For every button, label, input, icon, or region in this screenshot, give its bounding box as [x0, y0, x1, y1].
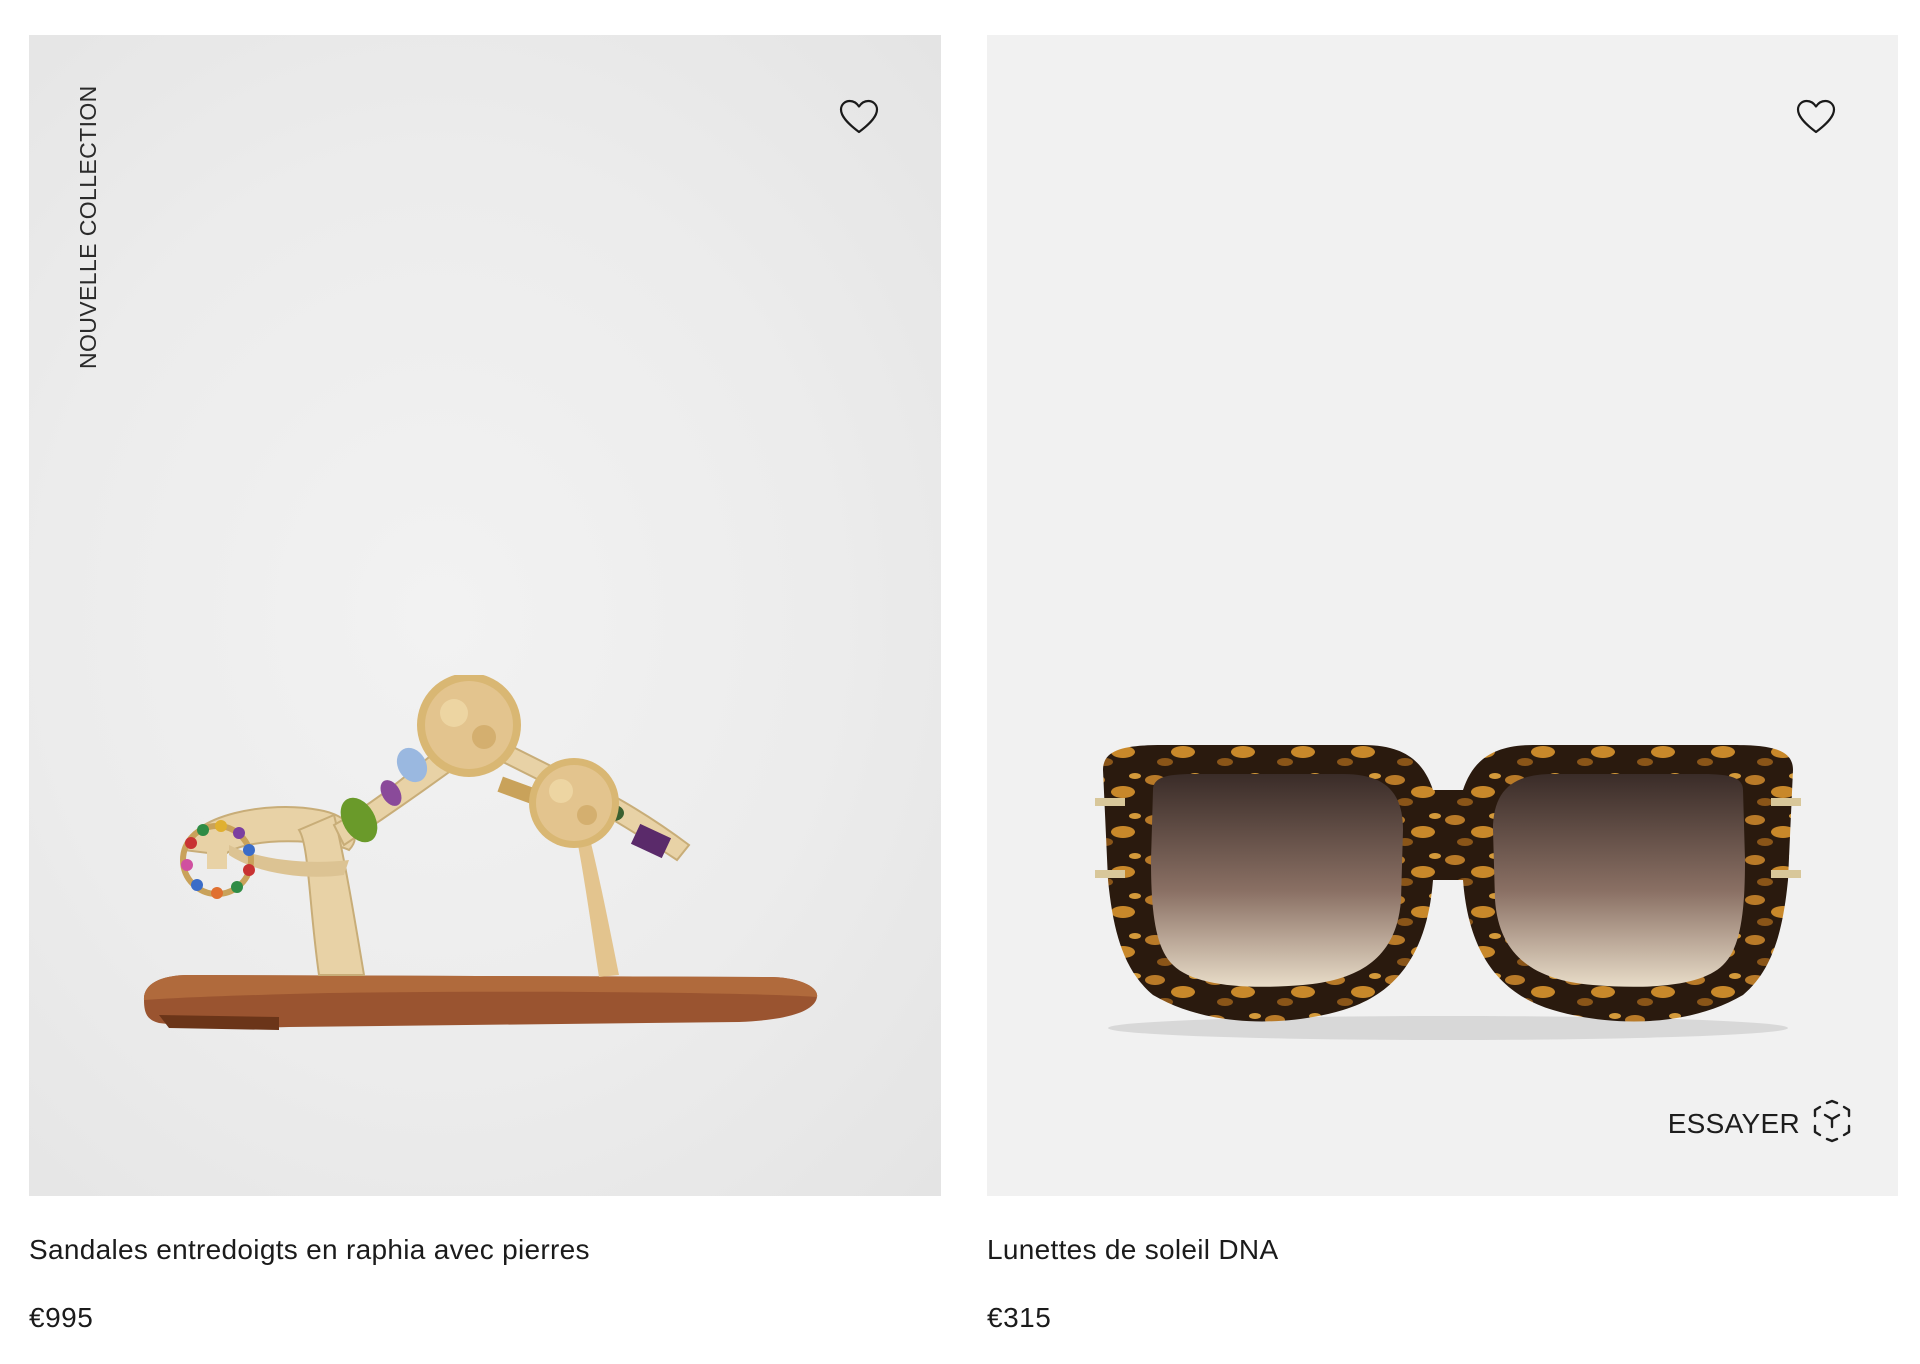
product-price: €315 [987, 1302, 1052, 1333]
product-title[interactable]: Lunettes de soleil DNA [987, 1234, 1898, 1266]
product-title[interactable]: Sandales entredoigts en raphia avec pier… [29, 1234, 941, 1266]
product-image-area[interactable]: ESSAYER [987, 35, 1898, 1196]
new-collection-badge: NOUVELLE COLLECTION [75, 85, 101, 369]
try-on-button[interactable]: ESSAYER [1668, 1099, 1852, 1148]
wishlist-heart-icon[interactable] [1794, 95, 1838, 139]
sandal-image [143, 675, 818, 1030]
try-on-label: ESSAYER [1667, 1107, 1800, 1139]
product-price: €995 [29, 1302, 94, 1333]
ar-cube-icon [1812, 1099, 1852, 1148]
product-card-sandals[interactable]: NOUVELLE COLLECTION Sandales entredoigts… [29, 35, 941, 1334]
product-card-sunglasses[interactable]: ESSAYER Lunettes de soleil DNA €315 [987, 35, 1898, 1334]
product-image-area[interactable]: NOUVELLE COLLECTION [29, 35, 941, 1196]
sunglasses-image [1095, 745, 1801, 1040]
wishlist-heart-icon[interactable] [837, 95, 881, 139]
